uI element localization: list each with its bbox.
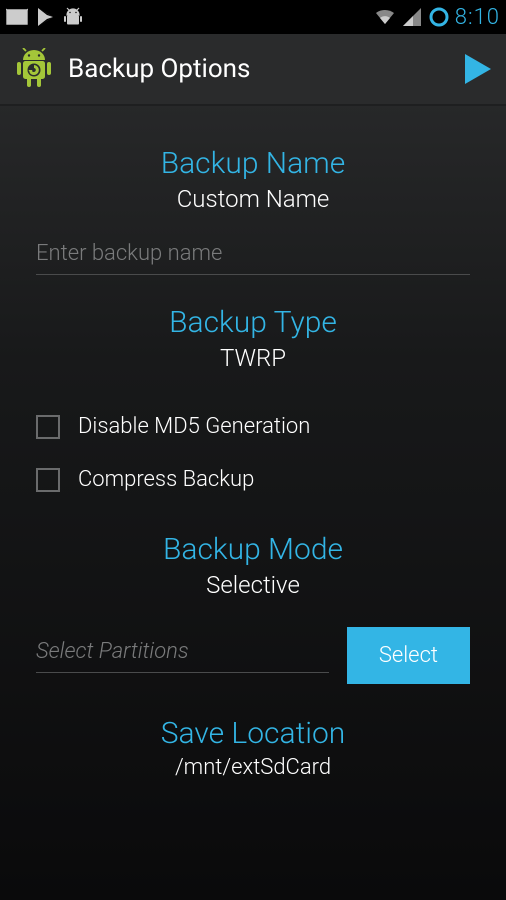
backup-name-input[interactable] — [36, 241, 470, 266]
status-time: 8:10 — [455, 5, 500, 30]
save-location-path: /mnt/extSdCard — [36, 755, 470, 780]
checkbox-row-compress[interactable]: Compress Backup — [36, 453, 470, 506]
page-title: Backup Options — [68, 54, 460, 84]
backup-type-title: Backup Type — [36, 305, 470, 340]
content: Backup Name Custom Name Backup Type TWRP… — [0, 106, 506, 780]
partition-input-row[interactable] — [36, 639, 329, 673]
status-bar: 8:10 — [0, 0, 506, 34]
checkbox-row-md5[interactable]: Disable MD5 Generation — [36, 400, 470, 453]
android-icon — [62, 6, 84, 28]
backup-name-title: Backup Name — [36, 146, 470, 181]
checkbox-icon[interactable] — [36, 468, 60, 492]
play-button[interactable] — [460, 51, 496, 87]
backup-name-input-row[interactable] — [36, 241, 470, 275]
checkbox-icon[interactable] — [36, 415, 60, 439]
wifi-icon — [374, 6, 396, 28]
app-android-icon — [14, 49, 54, 89]
checkbox-label-compress: Compress Backup — [78, 467, 254, 492]
save-location-title: Save Location — [36, 716, 470, 751]
checkbox-label-md5: Disable MD5 Generation — [78, 414, 310, 439]
backup-mode-subtitle: Selective — [36, 571, 470, 599]
backup-name-subtitle: Custom Name — [36, 185, 470, 213]
gmail-icon — [6, 6, 28, 28]
action-bar: Backup Options — [0, 34, 506, 106]
signal-icon — [401, 6, 423, 28]
select-button[interactable]: Select — [347, 627, 470, 684]
backup-mode-title: Backup Mode — [36, 532, 470, 567]
circle-icon — [428, 6, 450, 28]
play-store-icon — [34, 6, 56, 28]
partition-input[interactable] — [36, 639, 329, 664]
backup-type-subtitle: TWRP — [36, 344, 470, 372]
